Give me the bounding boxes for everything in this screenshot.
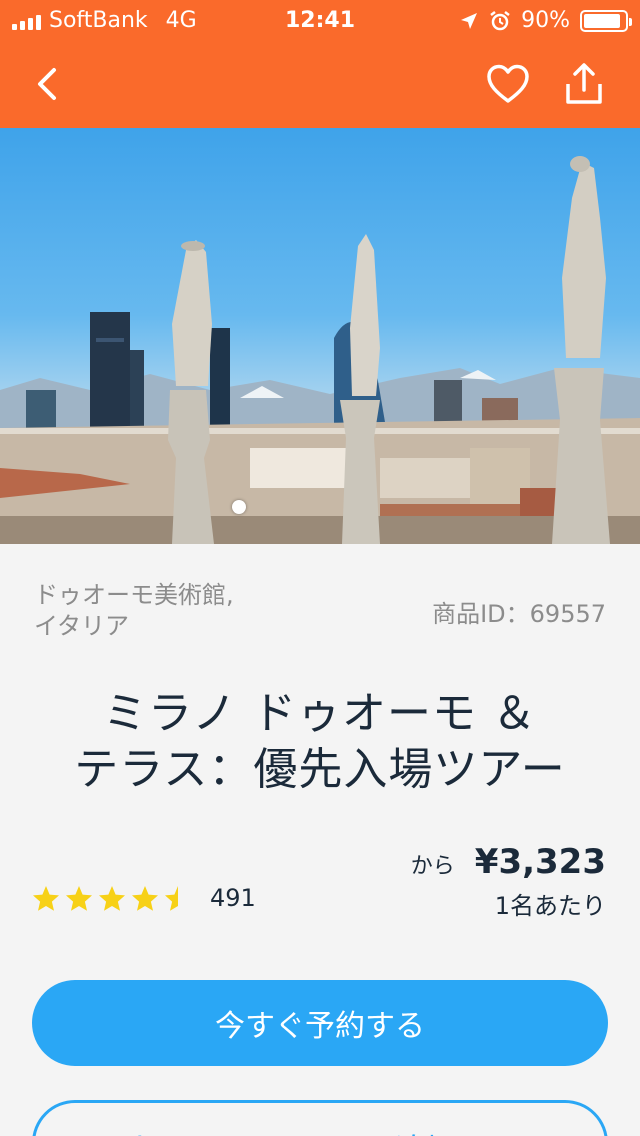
book-now-button[interactable]: 今すぐ予約する [32, 980, 608, 1066]
carousel-page-indicator[interactable] [232, 500, 246, 514]
navigation-bar [0, 40, 640, 128]
share-button[interactable] [558, 58, 610, 110]
alarm-clock-icon [490, 10, 510, 30]
battery-percent: 90% [521, 8, 570, 33]
location-line: ドゥオーモ美術館, [34, 581, 234, 609]
share-icon [566, 63, 602, 104]
add-to-wishlist-button[interactable]: ウィッシュリストに追加する [32, 1100, 608, 1136]
star-icon [99, 885, 125, 911]
battery-icon [580, 9, 632, 32]
star-icon [132, 885, 158, 911]
product-detail-screen: SoftBank 4G 12:41 90% ドゥオーモ美術館, イタリア 商品I… [0, 0, 640, 1136]
star-icon [33, 885, 59, 911]
review-count: 491 [210, 884, 256, 912]
product-id: 商品ID：69557 [432, 600, 606, 628]
status-right: 90% [459, 8, 632, 33]
favorite-button[interactable] [482, 58, 534, 110]
price-line: から ¥3,323 [411, 842, 606, 882]
price-block: から ¥3,323 1名あたり [411, 842, 606, 921]
heart-icon [487, 64, 529, 103]
tour-location[interactable]: ドゥオーモ美術館, イタリア [34, 580, 314, 642]
price-from-label: から [410, 854, 455, 879]
tour-title: ミラノ ドゥオーモ ＆テラス：優先入場ツアー [20, 686, 620, 798]
star-icon [66, 885, 92, 911]
star-icon [165, 885, 178, 911]
hero-photo-illustration [0, 156, 640, 544]
price-value: ¥3,323 [474, 842, 606, 882]
title-line: ミラノ ドゥオーモ ＆ [102, 688, 538, 739]
price-unit: 1名あたり [494, 892, 606, 920]
hero-image[interactable] [0, 128, 640, 544]
star-rating [32, 885, 192, 912]
title-line: テラス：優先入場ツアー [74, 744, 566, 795]
battery-fill [584, 13, 620, 28]
back-button[interactable] [22, 58, 74, 110]
status-bar: SoftBank 4G 12:41 90% [0, 0, 640, 40]
rating[interactable]: 491 [32, 884, 256, 912]
chevron-left-icon [38, 68, 56, 100]
location-arrow-icon [461, 12, 478, 29]
location-line: イタリア [34, 612, 130, 640]
